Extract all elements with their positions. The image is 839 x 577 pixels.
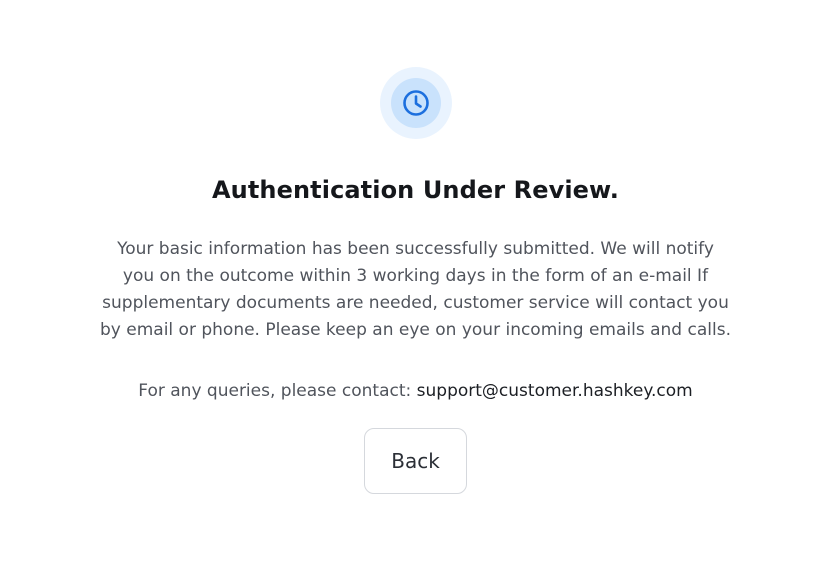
- review-status-panel: Authentication Under Review. Your basic …: [0, 0, 839, 577]
- status-icon-badge: [380, 67, 452, 139]
- status-description: Your basic information has been successf…: [100, 239, 731, 340]
- contact-line: For any queries, please contact: support…: [0, 378, 831, 404]
- contact-prefix: For any queries, please contact:: [138, 381, 412, 401]
- page-title: Authentication Under Review.: [211, 176, 619, 204]
- clock-icon: [403, 90, 429, 116]
- support-email-link[interactable]: support@customer.hashkey.com: [417, 381, 693, 401]
- back-button[interactable]: Back: [364, 428, 467, 494]
